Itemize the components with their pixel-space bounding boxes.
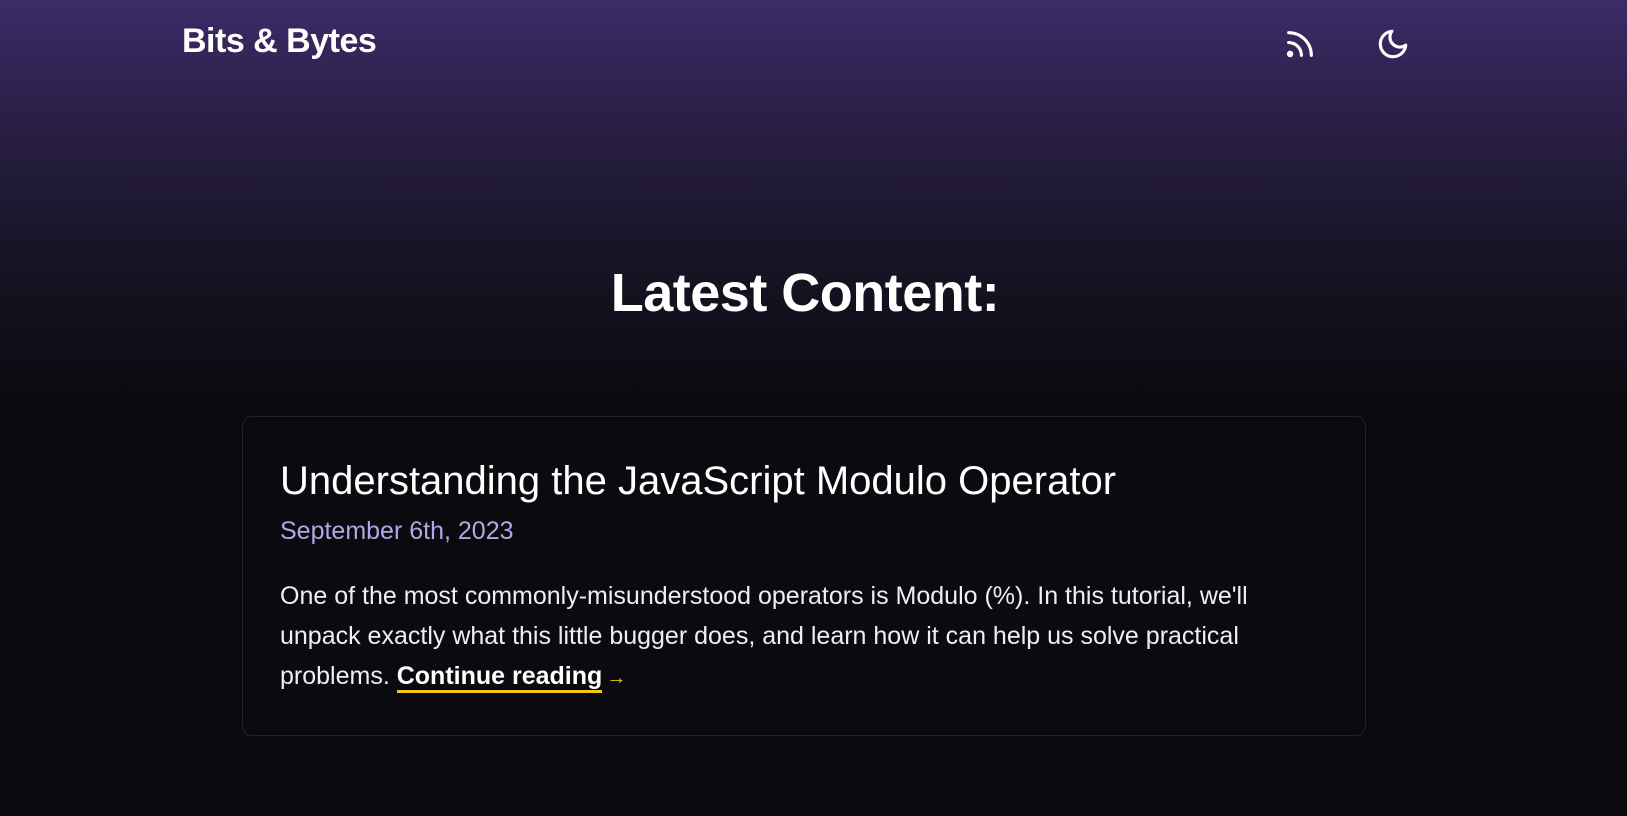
arrow-right-icon: → — [606, 667, 627, 689]
site-header: Bits & Bytes — [0, 0, 1627, 90]
post-excerpt: One of the most commonly-misunderstood o… — [280, 576, 1329, 698]
rss-icon — [1286, 31, 1313, 58]
continue-reading-label: Continue reading — [396, 662, 603, 690]
post-title-link[interactable]: Understanding the JavaScript Modulo Oper… — [280, 457, 1329, 505]
rss-button[interactable] — [1278, 22, 1322, 66]
post-date: September 6th, 2023 — [280, 517, 514, 545]
moon-icon — [1378, 29, 1408, 59]
latest-content-heading: Latest Content: — [610, 263, 1000, 323]
site-title-link[interactable]: Bits & Bytes — [182, 22, 377, 61]
continue-reading-link[interactable]: Continue reading — [396, 662, 603, 693]
post-card: Understanding the JavaScript Modulo Oper… — [242, 416, 1366, 736]
theme-toggle-button[interactable] — [1371, 22, 1415, 66]
